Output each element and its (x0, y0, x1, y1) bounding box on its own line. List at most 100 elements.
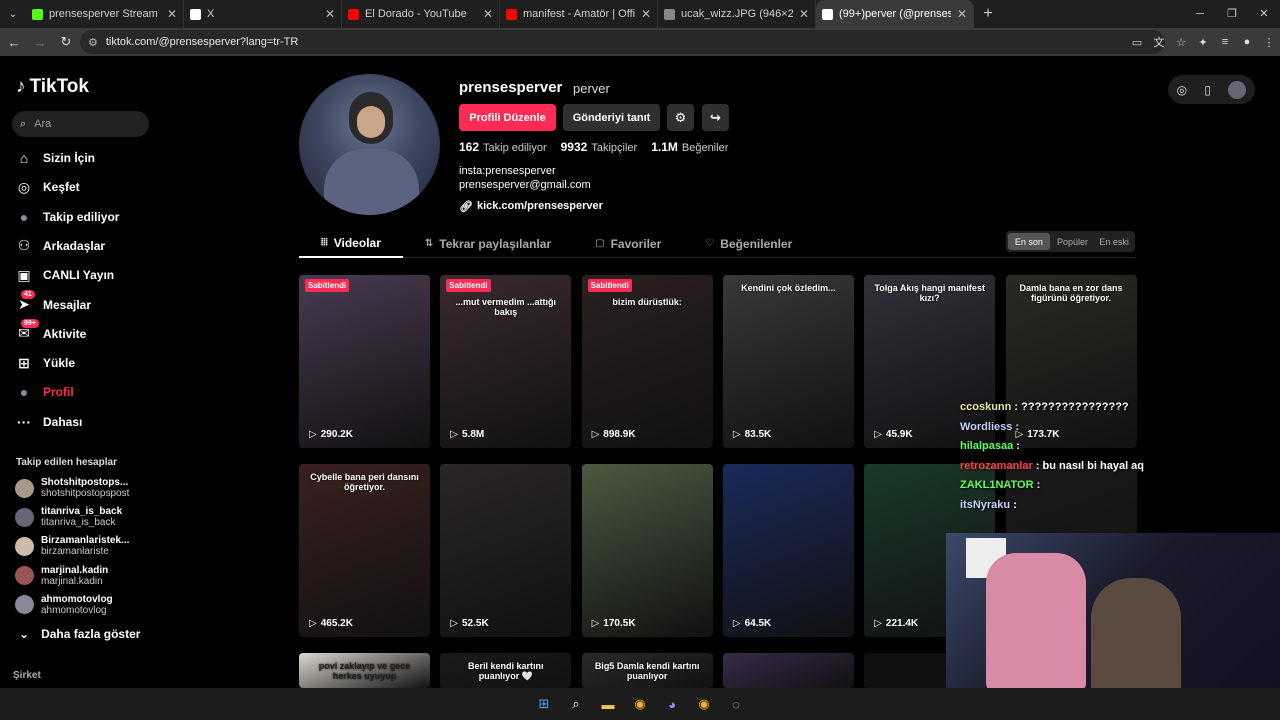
obs-icon[interactable]: ◌ (725, 693, 747, 715)
browser-tab[interactable]: ucak_wizz.JPG (946×2048) ✕ (658, 0, 816, 28)
view-count: ▷ 45.9K (874, 429, 912, 440)
following-stat[interactable]: 162 Takip ediliyor (459, 140, 547, 154)
tab-4[interactable]: ♡ Beğenilenler (683, 229, 814, 258)
profile-avatar[interactable] (299, 74, 440, 215)
followed-account[interactable]: Birzamanlaristek... birzamanlariste (15, 535, 129, 557)
upload-icon: ⊞ (18, 354, 30, 371)
video-card[interactable]: ...mut vermedim ...attığı bakış Sabitlend… (440, 275, 572, 448)
tab-close-icon[interactable]: ✕ (483, 7, 493, 21)
browser-tab[interactable]: manifest - Amatör | Official Mu ✕ (500, 0, 658, 28)
live-icon: ▣ (17, 266, 31, 283)
chat-username: hilalpasaa (960, 440, 1014, 452)
followed-account[interactable]: Shotshitpostops... shotshitpostopspost (15, 477, 129, 499)
cast-icon[interactable]: ▭ (1126, 36, 1148, 49)
sort-option[interactable]: En eski (1093, 231, 1135, 252)
site-info-icon[interactable]: ⚙ (88, 36, 98, 49)
tab-3[interactable]: ▢ Favoriler (573, 229, 683, 258)
tab-close-icon[interactable]: ✕ (641, 7, 651, 21)
device-icon[interactable]: ▯ (1204, 83, 1211, 97)
translate-icon[interactable]: 文 (1148, 34, 1170, 50)
discord-icon[interactable]: ◕ (661, 693, 683, 715)
tiktok-logo[interactable]: ♪ TikTok (16, 76, 89, 98)
sort-option[interactable]: En son (1008, 233, 1050, 250)
tab-label: Tekrar paylaşılanlar (439, 236, 552, 251)
browser-tab[interactable]: prensesperver Stream - Watch L ✕ (26, 0, 184, 28)
tab-close-icon[interactable]: ✕ (167, 7, 177, 21)
sidebar-item-9[interactable]: ● Profil (15, 382, 74, 402)
profile-link[interactable]: 🔗︎ kick.com/prensesperver (459, 200, 603, 213)
show-more-button[interactable]: ⌄ Daha fazla göster (19, 627, 140, 641)
avatar (15, 478, 34, 498)
video-card[interactable] (722, 653, 854, 688)
restore-icon[interactable]: ❐ (1216, 0, 1248, 28)
tab-close-icon[interactable]: ✕ (325, 7, 335, 21)
tab-search-icon[interactable]: ⌄ (0, 0, 26, 28)
video-card[interactable]: povi zaklayıp ve gece herkes uyuyup (299, 653, 430, 688)
video-card[interactable]: ▷ 64.5K (722, 464, 854, 637)
video-card[interactable]: ▷ 170.5K (581, 464, 713, 637)
user-avatar[interactable] (1228, 80, 1247, 99)
tab-1[interactable]: ⦙⦙⦙ Videolar (299, 229, 403, 258)
play-icon: ▷ (450, 618, 458, 629)
account-handle: shotshitpostopspost (41, 488, 130, 499)
sidebar-item-10[interactable]: ··· Dahası (15, 412, 82, 432)
video-card[interactable]: Beril kendi kartını puanlıyor 🤍 (440, 653, 572, 688)
back-icon[interactable]: ← (2, 35, 26, 50)
link-icon: 🔗︎ (459, 201, 473, 213)
reading-list-icon[interactable]: ≡ (1214, 36, 1236, 48)
chrome-alt-icon[interactable]: ◉ (693, 693, 715, 715)
chrome-icon[interactable]: ◉ (629, 693, 651, 715)
video-card[interactable]: bizim dürüstlük: Sabitlendi ▷ 898.9K (581, 275, 713, 448)
settings-gear-icon[interactable]: ⚙ (667, 104, 694, 131)
sidebar-item-8[interactable]: ⊞ Yükle (15, 353, 75, 373)
followed-account[interactable]: ahmomotovlog ahmomotovlog (15, 594, 113, 616)
video-card[interactable]: Sabitlendi ▷ 290.2K (299, 275, 430, 448)
search-input[interactable]: ⌕ Ara (12, 111, 149, 137)
taskbar-search-icon[interactable]: ⌕ (565, 693, 587, 715)
reload-icon[interactable]: ↻ (54, 34, 78, 50)
sort-option[interactable]: Popüler (1052, 231, 1094, 252)
browser-tab[interactable]: El Dorado - YouTube ✕ (342, 0, 500, 28)
sidebar-item-4[interactable]: ⚇ Arkadaşlar (15, 236, 105, 256)
profile-icon[interactable]: ● (1236, 36, 1258, 48)
sidebar-item-2[interactable]: ◎ Keşfet (15, 177, 80, 197)
sidebar-item-1[interactable]: ⌂ Sizin İçin (15, 148, 95, 168)
windows-taskbar: ⊞ ⌕ ▬ ◉ ◕ ◉ ◌ (0, 688, 1280, 720)
close-window-icon[interactable]: ✕ (1248, 0, 1280, 28)
bookmark-star-icon[interactable]: ☆ (1170, 36, 1192, 49)
followed-account[interactable]: titanriva_is_back titanriva_is_back (15, 506, 122, 528)
video-card[interactable]: Kendini çok özledim... ▷ 83.5K (722, 275, 854, 448)
menu-dots-icon[interactable]: ⋮ (1258, 36, 1280, 49)
new-tab-button[interactable]: + (974, 5, 1002, 23)
followed-account[interactable]: marjinal.kadin marjinal.kadin (15, 565, 108, 587)
followers-stat[interactable]: 9932 Takipçiler (561, 140, 638, 154)
video-card[interactable]: ▷ 52.5K (440, 464, 572, 637)
edit-profile-button[interactable]: Profili Düzenle (459, 104, 556, 131)
forward-icon[interactable]: → (28, 35, 52, 50)
minimize-icon[interactable]: ─ (1184, 0, 1216, 28)
sidebar-item-3[interactable]: ● Takip ediliyor (15, 207, 120, 227)
tab-2[interactable]: ⇅ Tekrar paylaşılanlar (403, 229, 573, 258)
video-card[interactable]: Cybelle bana peri dansını öğretiyor. ▷ 465… (299, 464, 430, 637)
browser-tab[interactable]: X ✕ (184, 0, 342, 28)
extensions-icon[interactable]: ✦ (1192, 36, 1214, 49)
browser-toolbar: ← → ↻ ⚙ tiktok.com/@prensesperver?lang=t… (0, 28, 1280, 56)
chat-message: ccoskunn : ???????????????? (960, 398, 1144, 418)
share-arrow-icon[interactable]: ↪ (702, 104, 729, 131)
company-link[interactable]: Şirket (13, 670, 41, 681)
video-caption: Cybelle bana peri dansını öğretiyor. (310, 472, 419, 492)
video-card[interactable]: Big5 Damla kendi kartını puanlıyor (581, 653, 713, 688)
promote-post-button[interactable]: Gönderiyi tanıt (563, 104, 660, 131)
tab-close-icon[interactable]: ✕ (957, 7, 967, 21)
view-count-value: 465.2K (320, 618, 353, 629)
windows-start-icon[interactable]: ⊞ (533, 693, 555, 715)
tab-close-icon[interactable]: ✕ (799, 7, 809, 21)
file-explorer-icon[interactable]: ▬ (597, 693, 619, 715)
sidebar-item-7[interactable]: ✉ 99+ Aktivite (15, 318, 86, 344)
coins-icon[interactable]: ◎ (1177, 83, 1187, 97)
view-count: ▷ 64.5K (733, 618, 771, 629)
sidebar-item-6[interactable]: ➤ 41 Mesajlar (15, 289, 91, 315)
sidebar-item-5[interactable]: ▣ CANLI Yayın (15, 265, 114, 285)
browser-tab[interactable]: (99+)perver (@prensesperver) | ✕ (816, 0, 974, 28)
address-bar[interactable]: ⚙ tiktok.com/@prensesperver?lang=tr-TR (80, 30, 1165, 54)
